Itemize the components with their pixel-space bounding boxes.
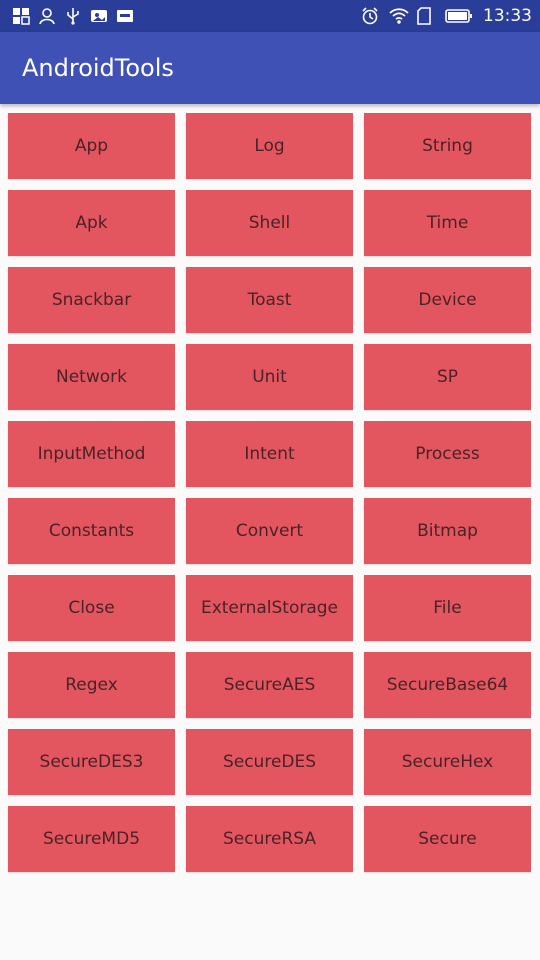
usb-icon: [64, 7, 82, 25]
tool-button-constants[interactable]: Constants: [8, 498, 175, 564]
tool-button-app[interactable]: App: [8, 113, 175, 179]
tool-button-close[interactable]: Close: [8, 575, 175, 641]
badge-icon: [116, 7, 134, 25]
tool-button-securehex[interactable]: SecureHex: [364, 729, 531, 795]
tool-button-time[interactable]: Time: [364, 190, 531, 256]
sim-icon: [417, 7, 435, 25]
status-right-icons: 13:33: [361, 5, 532, 27]
grid-app-icon: [12, 7, 30, 25]
tool-button-convert[interactable]: Convert: [186, 498, 353, 564]
status-left-icons: [12, 7, 134, 25]
tool-button-securedes3[interactable]: SecureDES3: [8, 729, 175, 795]
tool-button-toast[interactable]: Toast: [186, 267, 353, 333]
tool-button-sp[interactable]: SP: [364, 344, 531, 410]
tool-button-network[interactable]: Network: [8, 344, 175, 410]
alarm-icon: [361, 7, 379, 25]
tool-button-securersa[interactable]: SecureRSA: [186, 806, 353, 872]
tool-button-securebase64[interactable]: SecureBase64: [364, 652, 531, 718]
tool-button-apk[interactable]: Apk: [8, 190, 175, 256]
wifi-icon: [389, 7, 409, 25]
tool-button-bitmap[interactable]: Bitmap: [364, 498, 531, 564]
tool-button-secure[interactable]: Secure: [364, 806, 531, 872]
tool-button-intent[interactable]: Intent: [186, 421, 353, 487]
app-title: AndroidTools: [22, 54, 174, 82]
tool-button-log[interactable]: Log: [186, 113, 353, 179]
tool-button-snackbar[interactable]: Snackbar: [8, 267, 175, 333]
tool-button-securemd5[interactable]: SecureMD5: [8, 806, 175, 872]
status-bar: 13:33: [0, 0, 540, 32]
tool-button-externalstorage[interactable]: ExternalStorage: [186, 575, 353, 641]
tool-button-string[interactable]: String: [364, 113, 531, 179]
app-bar: AndroidTools: [0, 32, 540, 104]
tool-button-unit[interactable]: Unit: [186, 344, 353, 410]
person-icon: [38, 7, 56, 25]
tool-button-secureaes[interactable]: SecureAES: [186, 652, 353, 718]
tools-grid: App Log String Apk Shell Time Snackbar T…: [8, 113, 532, 872]
tool-button-securedes[interactable]: SecureDES: [186, 729, 353, 795]
photo-icon: [90, 7, 108, 25]
tool-button-process[interactable]: Process: [364, 421, 531, 487]
battery-icon: [445, 7, 473, 25]
status-time: 13:33: [483, 6, 532, 26]
tool-button-file[interactable]: File: [364, 575, 531, 641]
tool-button-inputmethod[interactable]: InputMethod: [8, 421, 175, 487]
tool-button-device[interactable]: Device: [364, 267, 531, 333]
tool-button-shell[interactable]: Shell: [186, 190, 353, 256]
tool-button-regex[interactable]: Regex: [8, 652, 175, 718]
